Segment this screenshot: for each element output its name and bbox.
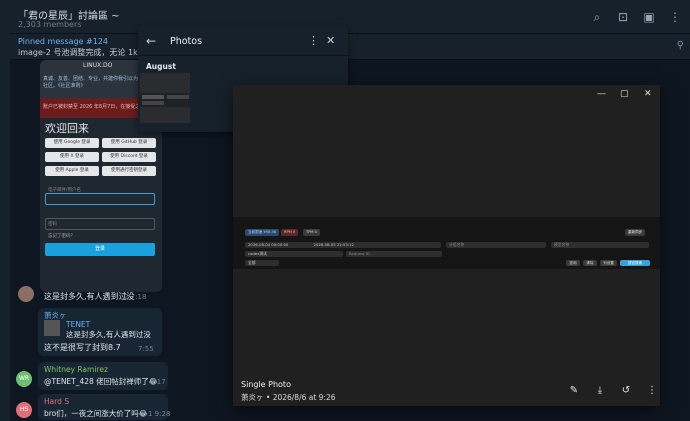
draw-icon[interactable]: ✎	[568, 385, 580, 397]
message-time: 2 7:18	[124, 293, 147, 301]
image-button: 清除	[583, 260, 597, 266]
message-bubble[interactable]: Whitney Ramirez @TENET_428 佬回帖封禅师了😂 8:17	[38, 362, 168, 390]
message-time: 7:55	[138, 345, 154, 353]
viewer-actions: ✎ ⤓ ↺ ⋮	[568, 385, 658, 397]
arrow-left-icon[interactable]: ←	[146, 34, 156, 48]
image-field: 模型名称	[551, 242, 649, 248]
image-email-field	[45, 193, 155, 205]
image-login-option: 使用 Apple 登录	[45, 166, 99, 176]
image-field: 分组名称	[446, 242, 546, 248]
image-login-option: 使用 X 登录	[45, 152, 99, 162]
close-icon[interactable]: ✕	[326, 34, 335, 47]
message-text: @TENET_428 佬回帖封禅师了😂	[44, 377, 158, 386]
message-text: bro们，一夜之间涨大价了吗😂	[44, 409, 148, 418]
media-viewer: — ▢ ✕ 当前限速 ¥98.58 RPM 0 TPM 0 重新同步 2026-…	[233, 85, 660, 406]
image-button: 查询	[566, 260, 580, 266]
message-sender[interactable]: Hard S	[44, 397, 69, 406]
message-time: 8:17	[150, 378, 166, 386]
reply-thumb	[44, 320, 60, 336]
image-button: 列设置	[600, 260, 617, 266]
avatar[interactable]	[18, 286, 34, 302]
sidebar-icon[interactable]: ▣	[642, 10, 656, 24]
image-login-button: 登录	[45, 243, 155, 256]
reply-icon[interactable]: ⊡	[616, 10, 630, 24]
thumb-field	[167, 95, 189, 99]
message-text: 这不是很写了封到8.7	[44, 343, 121, 352]
image-banner-line: 真诚、友善、团结、专业，共建你我引以为傲	[43, 76, 144, 82]
image-date-to: 2026-08-05 22:53:12	[313, 242, 354, 247]
rotate-icon[interactable]: ↺	[620, 385, 632, 397]
thumb-field	[142, 101, 164, 105]
image-badge: TPM 0	[303, 229, 320, 236]
image-select: 全部	[245, 260, 279, 266]
image-badge: 重新同步	[625, 229, 646, 236]
close-icon[interactable]: ✕	[644, 89, 652, 99]
image-field-label: 密码	[48, 222, 57, 227]
member-count: 2,303 members	[18, 20, 82, 29]
image-field: codex测试	[245, 251, 343, 257]
photo-thumbnail[interactable]	[140, 73, 190, 123]
viewer-caption-meta[interactable]: 萧炎ヶ • 2026/8/6 at 9:26	[241, 392, 336, 403]
avatar[interactable]: WR	[16, 371, 32, 387]
chat-header: 「君の星辰」討論區 ~ 2,303 members ⌕ ⊡ ▣ ⋮	[10, 0, 690, 34]
message-bubble[interactable]: Hard S bro们，一夜之间涨大价了吗😂 1 9:28	[38, 394, 171, 420]
image-forgot-link: 忘记了密码？	[48, 234, 75, 239]
message-sender[interactable]: Whitney Ramirez	[44, 365, 108, 374]
viewer-caption-title: Single Photo	[241, 380, 291, 389]
viewer-photo[interactable]: 当前限速 ¥98.58 RPM 0 TPM 0 重新同步 2026-08-04 …	[233, 217, 660, 269]
telegram-window: 「君の星辰」討論區 ~ 2,303 members ⌕ ⊡ ▣ ⋮ Pinned…	[0, 0, 690, 421]
download-icon[interactable]: ⤓	[594, 385, 606, 397]
image-logo: LINUX.DO	[83, 62, 113, 69]
image-badge: 当前限速 ¥98.58	[245, 229, 280, 236]
image-login-option: 使用通行密钥登录	[102, 166, 156, 176]
image-login-option: 使用 GitHub 登录	[102, 138, 156, 148]
reply-sender: TENET	[66, 320, 91, 329]
image-banner-line: 社区。《社区准则》	[43, 83, 86, 89]
image-login-option: 使用 Discord 登录	[102, 152, 156, 162]
message-text: 这是封多久,有人遇到过没	[44, 292, 135, 301]
message-bubble[interactable]: 萧炎ヶ TENET 这是封多久,有人遇到过没 这不是很写了封到8.7 7:55	[38, 308, 162, 356]
image-badge: RPM 0	[281, 229, 299, 236]
pinned-message-bar[interactable]: Pinned message #124 image-2 号池调整完成，无论 1k…	[10, 34, 690, 60]
image-ban-text: 账户已被封禁至 2026 年8月7日，在接受之	[43, 104, 141, 110]
message-time: 1 9:28	[148, 410, 171, 418]
photos-header: ← Photos ⋮ ✕	[138, 26, 348, 56]
image-welcome: 欢迎回来	[45, 122, 89, 135]
more-vertical-icon[interactable]: ⋮	[646, 385, 658, 397]
avatar[interactable]: HS	[16, 402, 32, 418]
pinned-title: Pinned message #124	[18, 37, 109, 46]
header-actions: ⌕ ⊡ ▣ ⋮	[590, 10, 682, 24]
pin-icon[interactable]: ⚲	[677, 40, 684, 51]
month-heading: August	[146, 62, 176, 71]
thumb-field	[142, 95, 164, 99]
image-login-option: 使用 Google 登录	[45, 138, 99, 148]
more-vertical-icon[interactable]: ⋮	[668, 10, 682, 24]
image-button: 按钮搜索	[620, 260, 650, 266]
photos-title: Photos	[170, 36, 203, 47]
minimize-icon[interactable]: —	[597, 89, 606, 99]
image-date-from: 2026-08-04 00:00:00	[248, 242, 289, 247]
image-password-field	[45, 218, 155, 230]
maximize-icon[interactable]: ▢	[620, 89, 629, 99]
image-field: Request ID	[346, 251, 442, 257]
more-vertical-icon[interactable]: ⋮	[308, 34, 319, 47]
image-date-range: 2026-08-04 00:00:00 2026-08-05 22:53:12	[245, 242, 441, 248]
search-icon[interactable]: ⌕	[590, 10, 604, 24]
reply-text: 这是封多久,有人遇到过没	[66, 330, 151, 339]
chat-list-strip[interactable]	[0, 0, 10, 421]
